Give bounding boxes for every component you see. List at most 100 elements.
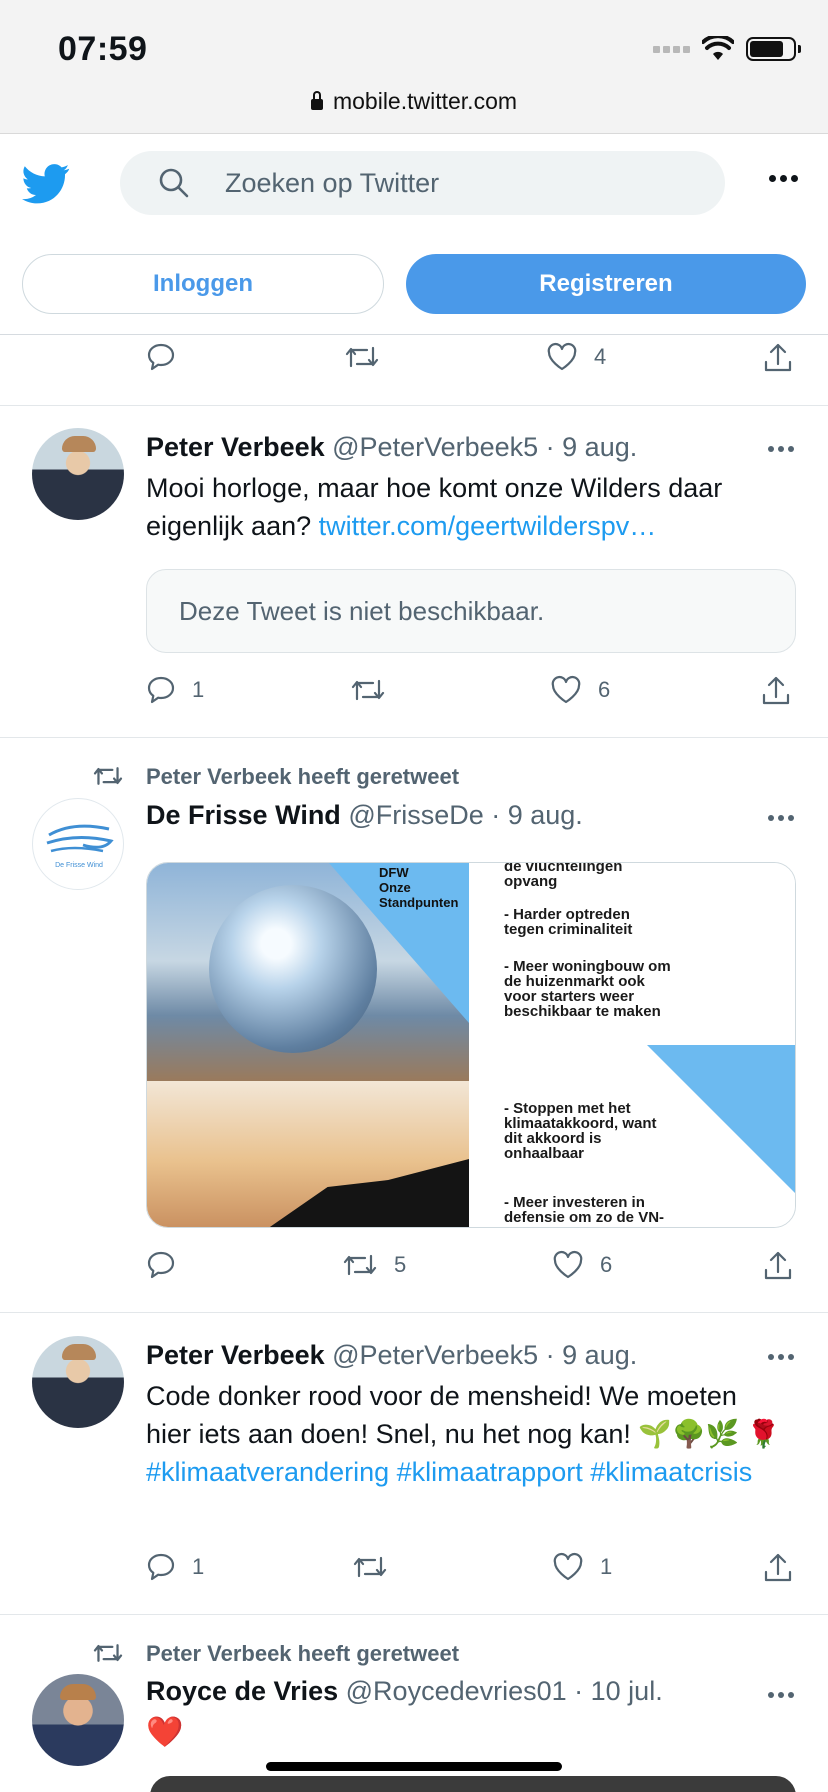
like-count: 6 xyxy=(600,1252,613,1277)
share-icon xyxy=(764,343,792,372)
reply-icon xyxy=(147,343,175,371)
like-button[interactable]: 4 xyxy=(546,342,606,372)
tweet-header: Royce de Vries @Roycedevries01 · 10 jul. xyxy=(146,1676,663,1707)
lock-icon xyxy=(310,91,323,110)
author-meta: @Roycedevries01 · 10 jul. xyxy=(345,1676,663,1706)
avatar[interactable] xyxy=(32,1336,124,1428)
image-text-line: - Meer woningbouw om de huizenmarkt ook … xyxy=(504,958,671,1020)
reply-button[interactable] xyxy=(146,342,176,372)
tweet-text: Mooi horloge, maar hoe komt onze Wilders… xyxy=(146,469,786,545)
reply-icon xyxy=(147,1553,175,1581)
share-button[interactable] xyxy=(760,675,792,707)
heart-icon xyxy=(553,1552,583,1581)
search-box[interactable] xyxy=(120,151,725,215)
divider xyxy=(0,737,828,738)
more-menu-icon[interactable] xyxy=(769,175,798,182)
svg-text:De Frisse Wind: De Frisse Wind xyxy=(55,862,103,869)
retweet-button[interactable]: 5 xyxy=(342,1250,406,1280)
heart-icon xyxy=(547,342,577,371)
image-text-line: - Harder optreden tegen criminaliteit xyxy=(504,906,633,938)
image-tag: DFW Onze Standpunten xyxy=(379,865,459,910)
retweet-icon xyxy=(343,1254,377,1276)
like-button[interactable]: 6 xyxy=(552,1250,612,1280)
reply-button[interactable]: 1 xyxy=(146,675,204,705)
like-button[interactable]: 1 xyxy=(552,1552,612,1582)
home-indicator[interactable] xyxy=(266,1762,562,1771)
de-frisse-wind-logo: De Frisse Wind xyxy=(46,824,114,869)
image-text-line: de vluchtelingen opvang xyxy=(504,862,623,890)
retweet-icon xyxy=(93,767,123,785)
hashtag-links[interactable]: #klimaatverandering #klimaatrapport xyxy=(146,1457,583,1487)
reply-button[interactable]: 1 xyxy=(146,1552,204,1582)
tweet-actions: 5 6 xyxy=(146,1250,796,1290)
sunset-photo xyxy=(147,1081,469,1227)
image-text-line: - Stoppen met het klimaatakkoord, want d… xyxy=(504,1100,657,1162)
browser-chrome: 07:59 mobile.twitter.com xyxy=(0,0,828,134)
author-name[interactable]: Peter Verbeek xyxy=(146,432,325,462)
tweet-more-icon[interactable] xyxy=(768,815,794,821)
search-input[interactable] xyxy=(225,151,685,215)
author-meta: @PeterVerbeek5 · 9 aug. xyxy=(332,432,638,462)
retweet-icon xyxy=(93,1644,123,1662)
divider xyxy=(0,1614,828,1615)
address-bar[interactable]: mobile.twitter.com xyxy=(0,88,828,115)
tweet-actions: 1 6 xyxy=(146,675,796,715)
retweet-icon xyxy=(351,679,385,701)
retweet-icon xyxy=(353,1556,387,1578)
heart-icon xyxy=(551,675,581,704)
author-name[interactable]: De Frisse Wind xyxy=(146,800,341,830)
reply-count: 1 xyxy=(192,677,205,702)
tweet-more-icon[interactable] xyxy=(768,446,794,452)
retweet-button[interactable] xyxy=(344,342,380,372)
share-button[interactable] xyxy=(762,342,794,374)
reply-count: 1 xyxy=(192,1554,205,1579)
author-name[interactable]: Royce de Vries xyxy=(146,1676,338,1706)
twitter-bird-icon[interactable] xyxy=(22,159,70,207)
tweet-actions: 1 1 xyxy=(146,1552,796,1592)
retweet-label[interactable]: Peter Verbeek heeft geretweet xyxy=(146,1641,459,1667)
author-name[interactable]: Peter Verbeek xyxy=(146,1340,325,1370)
search-icon xyxy=(159,168,189,198)
heart-emoji: ❤️ xyxy=(146,1716,184,1749)
retweet-button[interactable] xyxy=(350,675,386,705)
share-icon xyxy=(764,1251,792,1280)
tweet-more-icon[interactable] xyxy=(768,1354,794,1360)
cellular-signal-icon xyxy=(653,45,690,53)
like-button[interactable]: 6 xyxy=(550,675,610,705)
tweet-header: Peter Verbeek @PeterVerbeek5 · 9 aug. xyxy=(146,432,637,463)
like-count: 6 xyxy=(598,677,611,702)
rose-emoji: 🌹 xyxy=(746,1419,781,1449)
share-button[interactable] xyxy=(762,1250,794,1282)
author-meta: @FrisseDe · 9 aug. xyxy=(348,800,583,830)
retweet-count: 5 xyxy=(394,1252,407,1277)
avatar[interactable]: De Frisse Wind xyxy=(32,798,124,890)
retweet-label[interactable]: Peter Verbeek heeft geretweet xyxy=(146,764,459,790)
url-text: mobile.twitter.com xyxy=(332,88,518,114)
reply-button[interactable] xyxy=(146,1250,176,1280)
retweet-icon xyxy=(345,346,379,368)
tweet-actions: 4 xyxy=(146,342,796,382)
share-button[interactable] xyxy=(762,1552,794,1584)
retweet-button[interactable] xyxy=(352,1552,388,1582)
hashtag-link[interactable]: #klimaatcrisis xyxy=(590,1457,752,1487)
register-button[interactable]: Registreren xyxy=(406,254,806,314)
tweet-link[interactable]: twitter.com/geertwilderspv… xyxy=(319,511,657,541)
reply-icon xyxy=(147,676,175,704)
divider xyxy=(0,1312,828,1313)
divider xyxy=(0,405,828,406)
like-count: 1 xyxy=(600,1554,613,1579)
tweet-image[interactable]: DFW Onze Standpunten de vluchtelingen op… xyxy=(146,862,796,1228)
like-count: 4 xyxy=(594,344,607,369)
wifi-icon xyxy=(702,36,734,60)
avatar[interactable] xyxy=(32,428,124,520)
login-button[interactable]: Inloggen xyxy=(22,254,384,314)
status-icons xyxy=(653,34,801,64)
share-icon xyxy=(764,1553,792,1582)
plant-emojis: 🌱🌳🌿 xyxy=(638,1419,740,1449)
avatar[interactable] xyxy=(32,1674,124,1766)
tweet-more-icon[interactable] xyxy=(768,1692,794,1698)
status-time: 07:59 xyxy=(58,30,148,68)
twitter-header: Inloggen Registreren xyxy=(0,135,828,335)
image-text-line: - Meer investeren in defensie om zo de V… xyxy=(504,1194,665,1226)
tweet-image-partial[interactable] xyxy=(150,1776,796,1792)
